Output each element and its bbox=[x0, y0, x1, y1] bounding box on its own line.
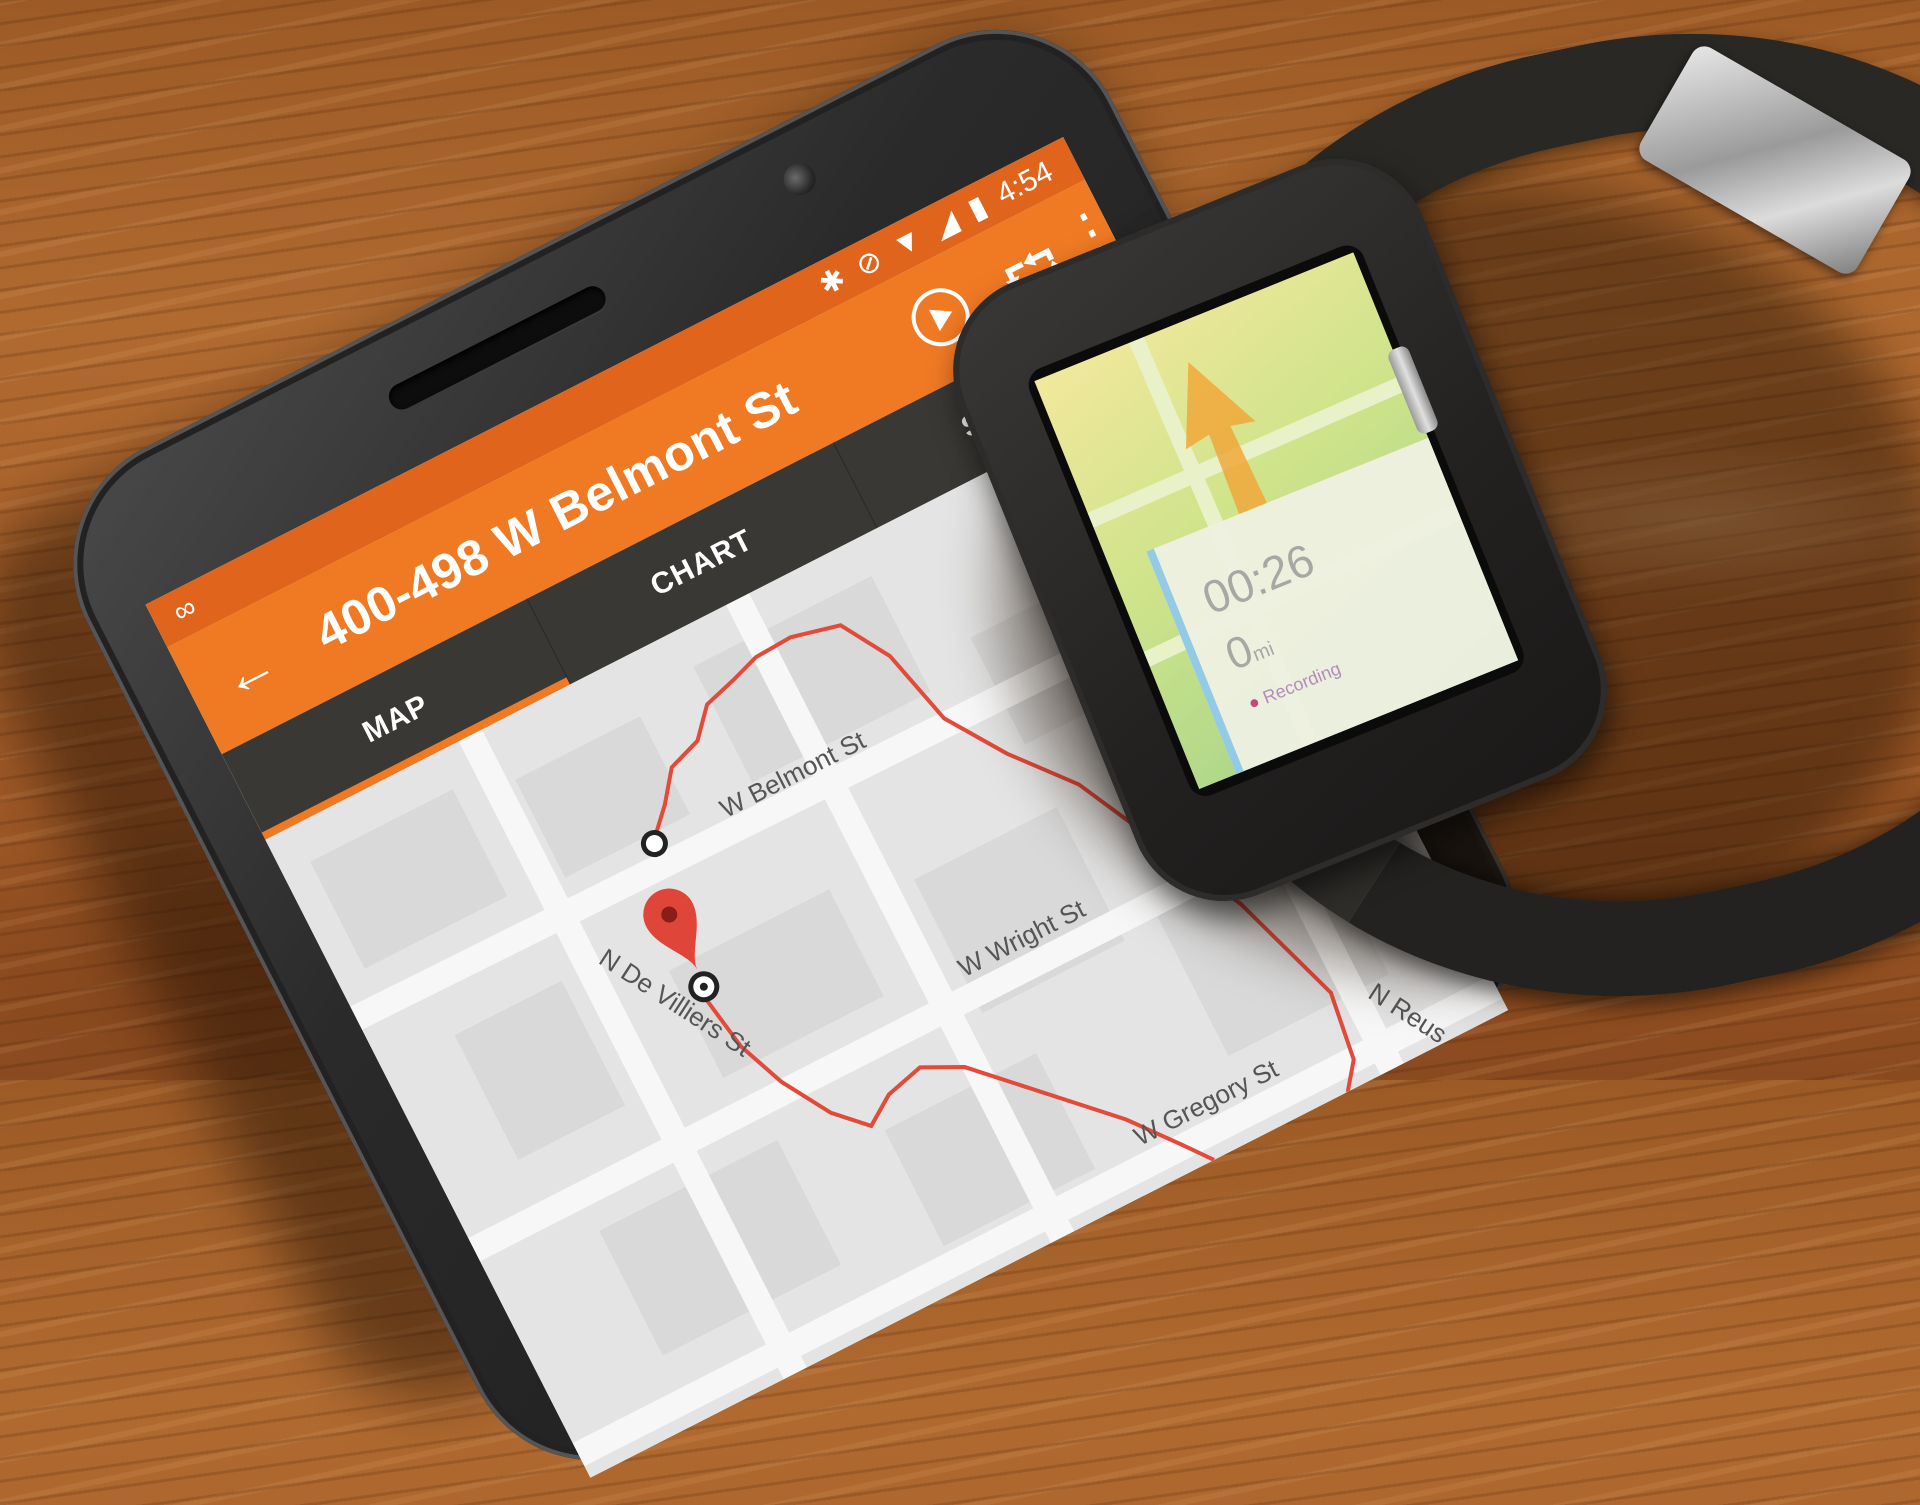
wifi-icon: ▼ bbox=[886, 221, 929, 265]
watch-display[interactable]: 00:26 0mi Recording bbox=[1034, 252, 1519, 790]
photo-scene: ∞ ✱ ⊘ ▼ ◢ ▮ 4:54 ← 400-498 W Belmont St … bbox=[0, 0, 1920, 1505]
do-not-disturb-icon: ⊘ bbox=[850, 242, 888, 284]
front-camera bbox=[778, 157, 822, 201]
signal-icon: ◢ bbox=[927, 203, 964, 244]
battery-icon: ▮ bbox=[962, 189, 993, 227]
distance-value: 0mi bbox=[1219, 617, 1280, 680]
watch-screen: 00:26 0mi Recording bbox=[1023, 240, 1530, 802]
arrow-left-icon[interactable]: ← bbox=[209, 630, 287, 712]
voicemail-icon: ∞ bbox=[167, 590, 202, 630]
bluetooth-icon: ✱ bbox=[813, 261, 851, 302]
elapsed-time: 00:26 bbox=[1195, 533, 1322, 625]
